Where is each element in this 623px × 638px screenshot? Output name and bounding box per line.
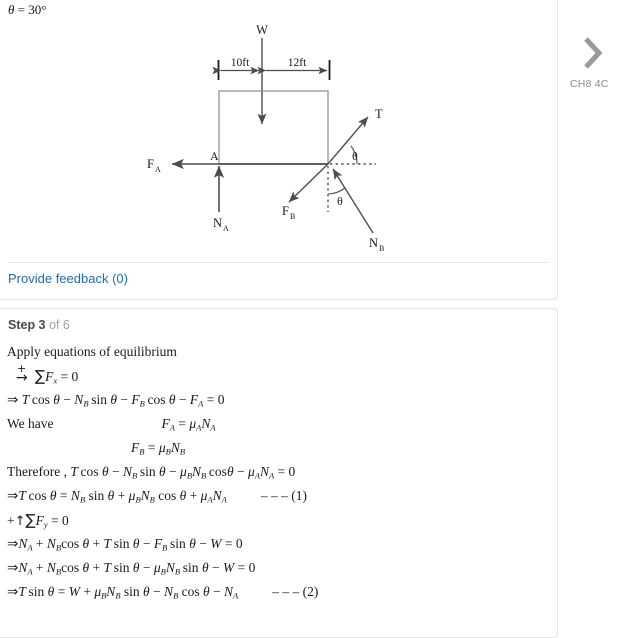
equation-1-number: – – – (1) bbox=[260, 488, 307, 503]
plus-minus-arrow-icon: + → bbox=[16, 362, 28, 386]
step-of-total: of 6 bbox=[45, 318, 70, 332]
chevron-right-icon[interactable] bbox=[580, 34, 606, 72]
provide-feedback-link[interactable]: Provide feedback (0) bbox=[8, 271, 128, 286]
svg-text:N: N bbox=[369, 236, 378, 250]
therefore-text: Therefore , bbox=[7, 464, 67, 479]
equation-fy-line-1: ⇒NA + NBcos θ + T sin θ − FB sin θ − W =… bbox=[7, 536, 243, 553]
equation-fy-line-2: ⇒NA + NBcos θ + T sin θ − μBNB sin θ − W… bbox=[7, 560, 256, 577]
block-rectangle bbox=[218, 90, 329, 165]
equation-fx-expanded: ⇒ T cos θ − NB sin θ − FB cos θ − FA = 0 bbox=[7, 392, 225, 409]
label-normal-b: N B bbox=[369, 236, 384, 253]
equation-therefore-line: Therefore , T cos θ − NB sin θ − μBNB co… bbox=[7, 464, 296, 481]
svg-text:F: F bbox=[282, 204, 289, 218]
equation-we-have-row: We have FA = μANA bbox=[7, 416, 216, 433]
label-tension: T bbox=[375, 107, 383, 121]
equation-2: ⇒T sin θ = W + μBNB sin θ − NB cos θ − N… bbox=[7, 584, 319, 601]
chapter-badge-label: CH8 4C bbox=[570, 78, 609, 90]
free-body-diagram: W 10ft 12ft A F A N A T F B N B θ θ bbox=[0, 0, 558, 258]
svg-text:F: F bbox=[147, 157, 154, 171]
label-friction-a: F A bbox=[147, 157, 161, 174]
svg-text:B: B bbox=[379, 244, 384, 253]
equation-sum-fy-zero: +↑∑Fy = 0 bbox=[7, 511, 69, 530]
label-angle-lower: θ bbox=[337, 194, 343, 208]
label-point-a: A bbox=[210, 149, 219, 163]
sigma-icon-fy: ∑ bbox=[25, 511, 36, 529]
label-dimension-12ft: 12ft bbox=[288, 57, 307, 69]
label-dimension-10ft: 10ft bbox=[231, 57, 250, 69]
step-label: Step 3 bbox=[8, 318, 46, 332]
equation-intro-text: Apply equations of equilibrium bbox=[7, 344, 177, 359]
right-rail: CH8 4C bbox=[566, 0, 623, 585]
up-arrow-icon: ↑ bbox=[14, 514, 26, 529]
tension-force-vector bbox=[327, 116, 369, 165]
svg-text:N: N bbox=[213, 216, 222, 230]
equation-1: ⇒T cos θ = NB sin θ + μBNB cos θ + μANA –… bbox=[7, 488, 307, 505]
we-have-text: We have bbox=[7, 416, 54, 431]
feedback-divider bbox=[8, 262, 548, 263]
equation-sum-fx-zero: + → ∑Fx = 0 bbox=[16, 362, 79, 386]
svg-text:A: A bbox=[223, 224, 229, 233]
sigma-icon: ∑ bbox=[35, 367, 46, 385]
step-heading: Step 3 of 6 bbox=[8, 318, 70, 332]
svg-text:A: A bbox=[155, 165, 161, 174]
label-weight: W bbox=[256, 23, 268, 37]
label-normal-a: N A bbox=[213, 216, 229, 233]
equation-fb-definition: FB = μBNB bbox=[131, 440, 186, 457]
friction-b-force-vector bbox=[288, 163, 329, 203]
equilibrium-equations-body: Apply equations of equilibrium + → ∑Fx =… bbox=[7, 340, 552, 604]
label-friction-b: F B bbox=[282, 204, 295, 221]
equation-2-number: – – – (2) bbox=[272, 584, 319, 599]
svg-text:B: B bbox=[290, 212, 295, 221]
label-angle-upper: θ bbox=[352, 149, 358, 163]
